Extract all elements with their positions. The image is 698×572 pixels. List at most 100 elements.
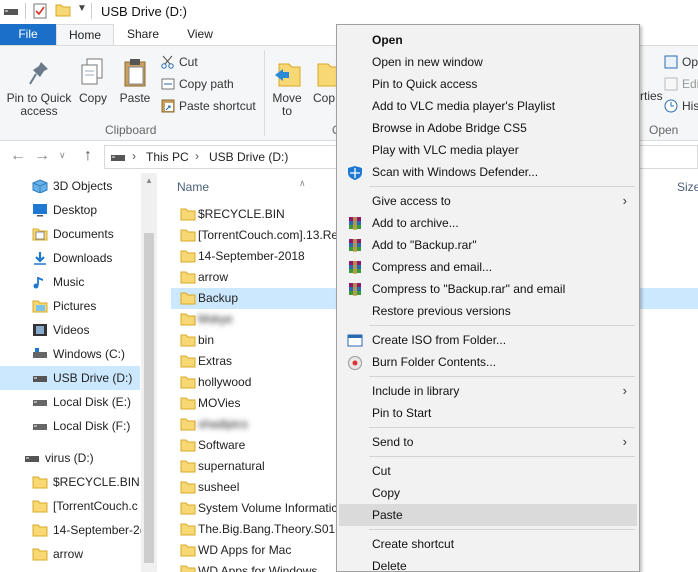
recent-locations-chevron-icon[interactable]: ∨ (59, 150, 66, 161)
menu-item-add-to-backup-rar[interactable]: Add to "Backup.rar" (339, 234, 637, 256)
menu-item-adobe-bridge[interactable]: Browse in Adobe Bridge CS5 (339, 117, 637, 139)
menu-item-open-new-window[interactable]: Open in new window (339, 51, 637, 73)
sidebar-folder-item[interactable]: 14-September-2( (0, 518, 144, 542)
folder-icon (180, 523, 196, 536)
menu-item-copy[interactable]: Copy (339, 482, 637, 504)
tab-share[interactable]: Share (114, 24, 172, 45)
menu-item-burn-folder[interactable]: Burn Folder Contents... (339, 351, 637, 373)
pin-to-quick-access-button[interactable]: Pin to Quick access (4, 60, 74, 118)
breadcrumb-separator-icon[interactable]: › (195, 149, 199, 163)
sidebar-item-music[interactable]: Music (0, 270, 140, 294)
tab-file[interactable]: File (0, 24, 56, 45)
menu-item-label: Restore previous versions (372, 304, 511, 318)
sidebar-folder-item[interactable]: [TorrentCouch.c (0, 494, 140, 518)
menu-item-label: Delete (372, 559, 407, 572)
scrollbar-thumb[interactable] (144, 233, 154, 563)
folder-icon (32, 548, 48, 561)
menu-item-include-library[interactable]: Include in library › (339, 380, 637, 402)
menu-item-open[interactable]: Open (339, 29, 637, 51)
sidebar-item-label: virus (D:) (45, 451, 94, 465)
breadcrumb-separator-icon[interactable]: › (132, 149, 136, 163)
file-name: arrow (198, 270, 229, 284)
copy-path-label: Copy path (179, 77, 234, 91)
sidebar-item-downloads[interactable]: Downloads (0, 246, 140, 270)
sidebar-item-label: Local Disk (E:) (53, 395, 132, 409)
menu-item-label: Give access to (372, 194, 451, 208)
properties-label[interactable]: rties (640, 86, 663, 106)
forward-arrow-icon[interactable]: → (34, 147, 50, 165)
sidebar-item-label: Pictures (53, 299, 97, 313)
menu-item-compress-backup-email[interactable]: Compress to "Backup.rar" and email (339, 278, 637, 300)
winrar-icon (349, 261, 361, 274)
back-arrow-icon[interactable]: ← (10, 147, 26, 165)
up-arrow-icon[interactable]: ↑ (84, 147, 92, 165)
sidebar-item-3d-objects[interactable]: 3D Objects (0, 174, 140, 198)
copy-button[interactable]: Copy (76, 58, 110, 105)
sidebar-item-documents[interactable]: Documents (0, 222, 140, 246)
sidebar-folder-item[interactable]: arrow (0, 542, 140, 566)
sidebar-item-label: Desktop (53, 203, 98, 217)
sort-up-chevron-icon: ∧ (299, 178, 306, 188)
menu-item-compress-email[interactable]: Compress and email... (339, 256, 637, 278)
iso-icon (347, 334, 363, 347)
file-name: System Volume Informatic (198, 501, 338, 515)
windows-defender-icon (348, 166, 362, 180)
sidebar-item-local-disk-e[interactable]: Local Disk (E:) (0, 390, 140, 414)
new-folder-icon[interactable] (55, 3, 71, 17)
menu-item-give-access[interactable]: Give access to › (339, 190, 637, 212)
breadcrumb-this-pc[interactable]: This PC (146, 150, 189, 164)
ribbon-group-separator (264, 50, 265, 136)
menu-item-send-to[interactable]: Send to › (339, 431, 637, 453)
menu-item-label: Include in library (372, 384, 460, 398)
title-bar: ▼ USB Drive (D:) (0, 0, 698, 24)
folder-icon (180, 460, 196, 473)
sidebar-folder-item[interactable]: $RECYCLE.BIN (0, 470, 140, 494)
sidebar-item-label: Downloads (53, 251, 113, 265)
sidebar-item-pictures[interactable]: Pictures (0, 294, 140, 318)
scissors-icon (161, 55, 174, 69)
menu-item-paste[interactable]: Paste (339, 504, 637, 526)
menu-item-label: Add to archive... (372, 216, 459, 230)
file-name: [TorrentCouch.com].13.Re (198, 228, 339, 242)
menu-item-pin-quick-access[interactable]: Pin to Quick access (339, 73, 637, 95)
winrar-icon (349, 217, 361, 230)
folder-icon (180, 502, 196, 515)
scroll-up-arrow-icon[interactable]: ▲ (145, 176, 153, 185)
menu-item-delete[interactable]: Delete (339, 555, 637, 572)
file-explorer-window: ▼ USB Drive (D:) File Home Share View Pi… (0, 0, 698, 572)
menu-item-pin-to-start[interactable]: Pin to Start (339, 402, 637, 424)
file-name: 14-September-2018 (198, 249, 305, 263)
sidebar-item-virus-d[interactable]: virus (D:) (0, 446, 140, 470)
customize-toolbar-chevron-icon[interactable]: ▼ (77, 3, 87, 14)
properties-icon[interactable] (33, 3, 47, 19)
column-header-size[interactable]: Size (677, 180, 698, 194)
menu-item-label: Burn Folder Contents... (372, 355, 497, 369)
paste-shortcut-label: Paste shortcut (179, 99, 256, 113)
tab-view[interactable]: View (172, 24, 228, 45)
sidebar-item-videos[interactable]: Videos (0, 318, 140, 342)
copy-to-button[interactable]: Cop (312, 58, 336, 105)
sidebar-item-label: Local Disk (F:) (53, 419, 131, 433)
burn-icon (348, 356, 362, 370)
sidebar-item-local-disk-f[interactable]: Local Disk (F:) (0, 414, 140, 438)
sidebar-item-windows-c[interactable]: Windows (C:) (0, 342, 140, 366)
menu-item-windows-defender[interactable]: Scan with Windows Defender... (339, 161, 637, 183)
move-to-button[interactable]: Move to (270, 58, 304, 118)
menu-item-vlc-playlist[interactable]: Add to VLC media player's Playlist (339, 95, 637, 117)
navigation-pane-scrollbar[interactable]: ▲ (141, 173, 157, 572)
paste-button[interactable]: Paste (118, 58, 152, 105)
folder-icon (180, 418, 196, 431)
menu-item-label: Scan with Windows Defender... (372, 165, 539, 179)
menu-item-create-shortcut[interactable]: Create shortcut (339, 533, 637, 555)
tab-home[interactable]: Home (56, 24, 114, 45)
menu-item-restore-previous[interactable]: Restore previous versions (339, 300, 637, 322)
menu-item-cut[interactable]: Cut (339, 460, 637, 482)
menu-item-add-to-archive[interactable]: Add to archive... (339, 212, 637, 234)
column-header-name[interactable]: Name ∧ (177, 178, 306, 194)
open-group-label: Open (649, 123, 679, 137)
sidebar-item-usb-drive-d[interactable]: USB Drive (D:) (0, 366, 140, 390)
menu-item-create-iso[interactable]: Create ISO from Folder... (339, 329, 637, 351)
breadcrumb-usb-drive[interactable]: USB Drive (D:) (209, 150, 288, 164)
menu-item-play-vlc[interactable]: Play with VLC media player (339, 139, 637, 161)
sidebar-item-desktop[interactable]: Desktop (0, 198, 140, 222)
